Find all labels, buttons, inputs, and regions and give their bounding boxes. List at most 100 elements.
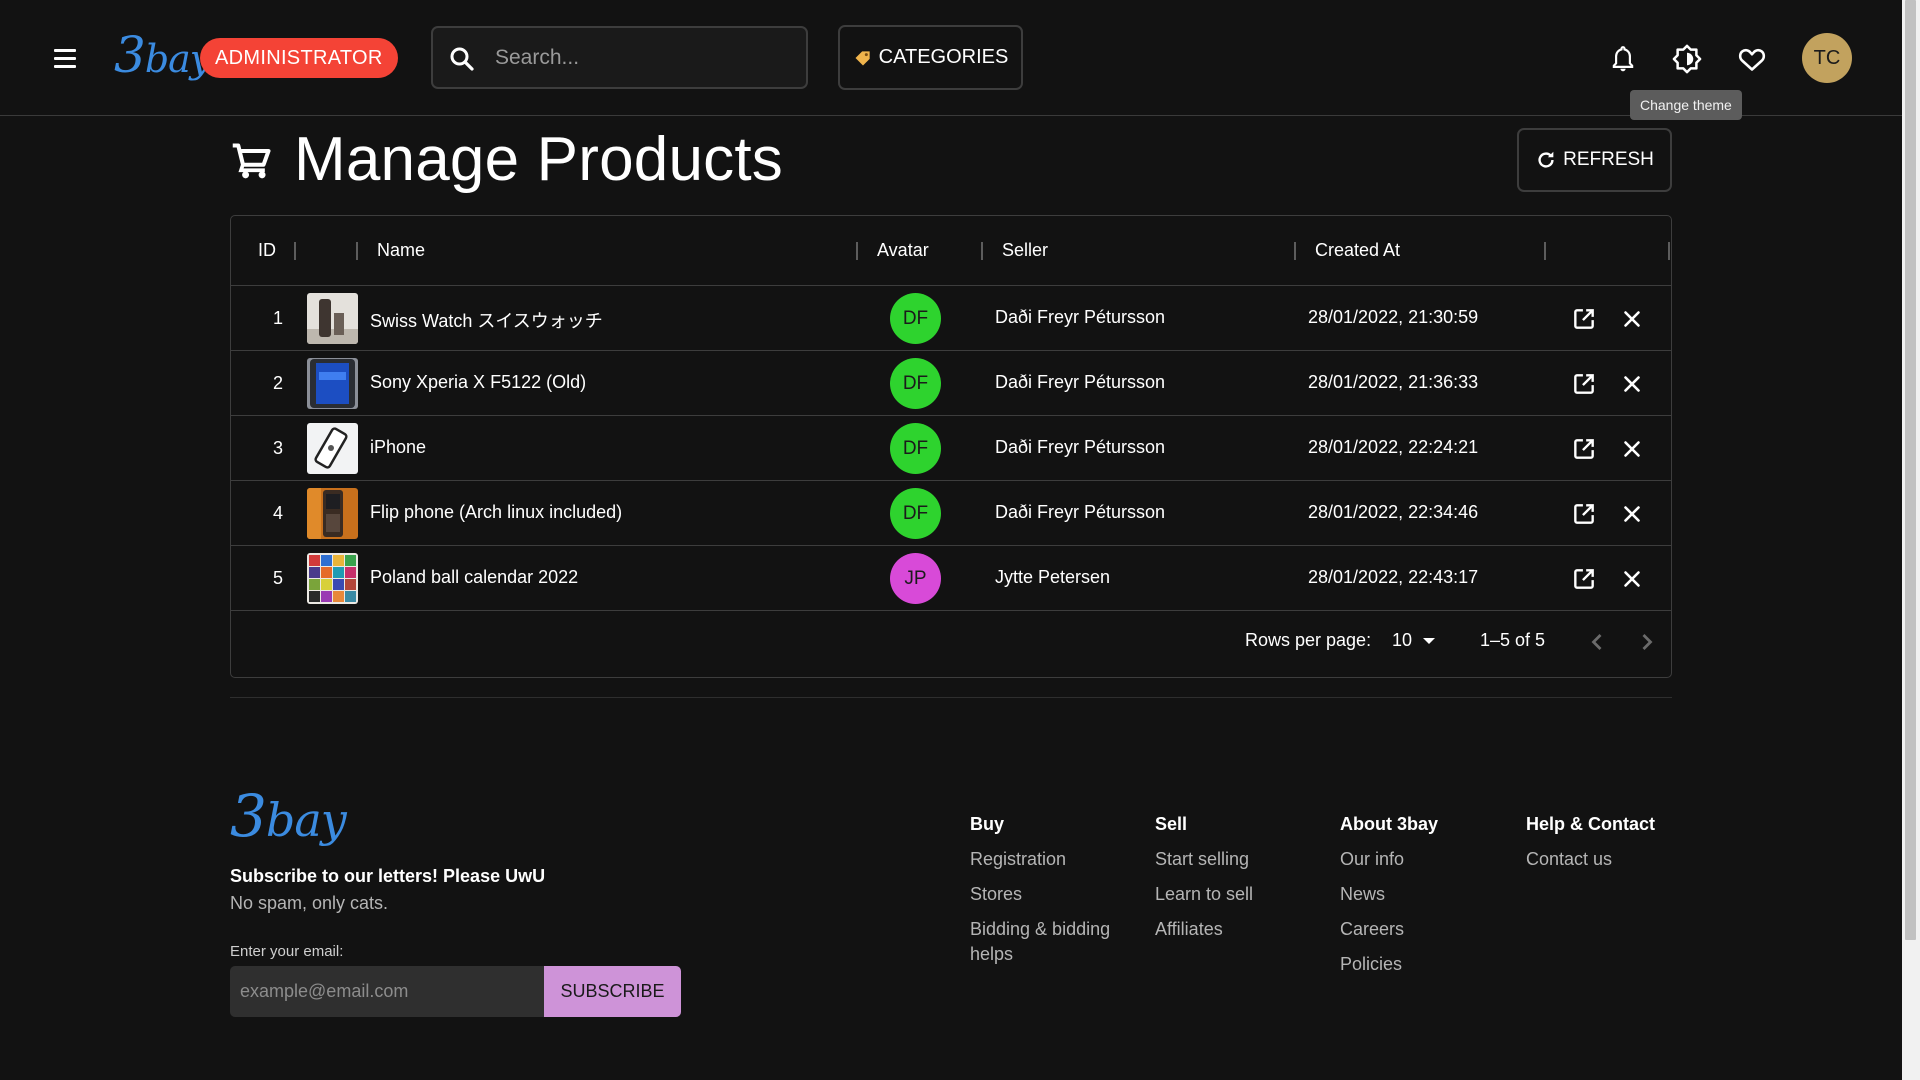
product-name: Sony Xperia X F5122 (Old) [370, 372, 587, 392]
row-id: 4 [272, 503, 283, 523]
search-box[interactable] [431, 26, 808, 89]
bell-icon[interactable] [1604, 40, 1642, 78]
footer-heading: Buy [970, 814, 1005, 834]
scrollbar-thumb[interactable] [1905, 0, 1916, 940]
footer-link[interactable]: Learn to sell [1155, 882, 1315, 907]
theme-icon[interactable] [1668, 40, 1706, 78]
role-badge: ADMINISTRATOR [200, 38, 398, 78]
column-separator[interactable] [1668, 242, 1670, 260]
search-icon [450, 47, 474, 71]
close-icon[interactable] [1619, 436, 1645, 462]
close-icon[interactable] [1619, 371, 1645, 397]
column-separator[interactable] [356, 242, 358, 260]
refresh-label: REFRESH [1563, 149, 1654, 170]
seller-name: Daði Freyr Pétursson [995, 502, 1166, 522]
column-header-created-at[interactable]: Created At [1315, 240, 1400, 261]
open-in-new-icon[interactable] [1571, 436, 1597, 462]
product-thumbnail[interactable] [307, 293, 358, 344]
footer-heading: About 3bay [1340, 814, 1439, 834]
table-header: ID Name Avatar Seller Created At [231, 216, 1671, 286]
close-icon[interactable] [1619, 566, 1645, 592]
footer-link[interactable]: News [1340, 882, 1500, 907]
seller-avatar: JP [890, 553, 941, 604]
footer-link[interactable]: Registration [970, 847, 1130, 872]
open-in-new-icon[interactable] [1571, 371, 1597, 397]
open-in-new-icon[interactable] [1571, 306, 1597, 332]
table-row[interactable]: 3 iPhone DF Daði Freyr Pétursson 28/01/2… [231, 416, 1671, 481]
seller-avatar: DF [890, 358, 941, 409]
title-row: Manage Products REFRESH [230, 122, 1672, 202]
footer-link[interactable]: Start selling [1155, 847, 1315, 872]
footer-link[interactable]: Contact us [1526, 847, 1686, 872]
menu-icon[interactable] [46, 40, 84, 76]
product-name: Swiss Watch スイスウォッチ [370, 311, 603, 331]
app-bar: 3bay ADMINISTRATOR CATEGORIES TC [0, 0, 1902, 116]
seller-avatar: DF [890, 423, 941, 474]
seller-name: Jytte Petersen [995, 567, 1111, 587]
table-row[interactable]: 1 Swiss Watch スイスウォッチ DF Daði Freyr Pétu… [231, 286, 1671, 351]
page-title: Manage Products [294, 125, 783, 194]
column-header-seller[interactable]: Seller [1002, 240, 1048, 261]
seller-name: Daði Freyr Pétursson [995, 307, 1166, 327]
refresh-button[interactable]: REFRESH [1517, 128, 1672, 192]
chevron-left-icon[interactable] [1583, 628, 1611, 656]
product-thumbnail[interactable] [307, 553, 358, 604]
categories-label: CATEGORIES [878, 46, 1009, 68]
close-icon[interactable] [1619, 306, 1645, 332]
search-input[interactable] [495, 40, 795, 76]
column-header-name[interactable]: Name [377, 240, 425, 261]
table-pagination: Rows per page: 10 1–5 of 5 [231, 609, 1671, 677]
categories-button[interactable]: CATEGORIES [838, 25, 1023, 90]
footer-link[interactable]: Careers [1340, 917, 1500, 942]
column-separator[interactable] [1544, 242, 1546, 260]
created-at: 28/01/2022, 22:24:21 [1308, 437, 1479, 457]
created-at: 28/01/2022, 22:34:46 [1308, 502, 1479, 522]
column-separator[interactable] [294, 242, 296, 260]
footer-link[interactable]: Policies [1340, 952, 1500, 977]
footer-link[interactable]: Affiliates [1155, 917, 1315, 942]
products-table: ID Name Avatar Seller Created At 1 Swiss… [230, 215, 1672, 678]
table-row[interactable]: 2 Sony Xperia X F5122 (Old) DF Daði Frey… [231, 351, 1671, 416]
footer-link[interactable]: Stores [970, 882, 1130, 907]
table-row[interactable]: 5 Poland ball calendar 2022 JP Jytte Pet… [231, 546, 1671, 611]
footer-logo[interactable]: 3bay [230, 782, 347, 850]
column-header-avatar[interactable]: Avatar [877, 240, 929, 261]
created-at: 28/01/2022, 21:36:33 [1308, 372, 1479, 392]
email-field[interactable] [230, 966, 544, 1017]
chevron-down-icon [1423, 637, 1436, 644]
footer-heading: Sell [1155, 814, 1188, 834]
footer-column-about: About 3bay Our info News Careers Policie… [1340, 814, 1500, 987]
footer-column-help: Help & Contact Contact us [1526, 814, 1686, 882]
column-separator[interactable] [1294, 242, 1296, 260]
subscribe-text: No spam, only cats. [230, 893, 389, 913]
close-icon[interactable] [1619, 501, 1645, 527]
product-name: iPhone [370, 437, 427, 457]
heart-icon[interactable] [1733, 40, 1771, 78]
footer-column-buy: Buy Registration Stores Bidding & biddin… [970, 814, 1130, 977]
column-separator[interactable] [981, 242, 983, 260]
created-at: 28/01/2022, 21:30:59 [1308, 307, 1479, 327]
pagination-range: 1–5 of 5 [1480, 630, 1546, 650]
product-thumbnail[interactable] [307, 358, 358, 409]
refresh-icon [1538, 151, 1554, 168]
user-avatar[interactable]: TC [1802, 33, 1852, 83]
product-thumbnail[interactable] [307, 488, 358, 539]
column-separator[interactable] [856, 242, 858, 260]
footer-link[interactable]: Our info [1340, 847, 1500, 872]
open-in-new-icon[interactable] [1571, 501, 1597, 527]
email-label: Enter your email: [230, 943, 344, 960]
product-name: Poland ball calendar 2022 [370, 567, 579, 587]
open-in-new-icon[interactable] [1571, 566, 1597, 592]
logo[interactable]: 3bay [114, 26, 211, 84]
seller-name: Daði Freyr Pétursson [995, 437, 1166, 457]
subscribe-title: Subscribe to our letters! Please UwU [230, 866, 546, 886]
column-header-id[interactable]: ID [258, 240, 276, 261]
footer-column-sell: Sell Start selling Learn to sell Affilia… [1155, 814, 1315, 952]
product-thumbnail[interactable] [307, 423, 358, 474]
chevron-right-icon[interactable] [1633, 628, 1661, 656]
rows-per-page-select[interactable]: 10 [1392, 630, 1436, 651]
subscribe-button[interactable]: SUBSCRIBE [544, 966, 681, 1017]
footer-link[interactable]: Bidding & bidding helps [970, 917, 1130, 967]
table-row[interactable]: 4 Flip phone (Arch linux included) DF Da… [231, 481, 1671, 546]
footer-heading: Help & Contact [1526, 814, 1656, 834]
